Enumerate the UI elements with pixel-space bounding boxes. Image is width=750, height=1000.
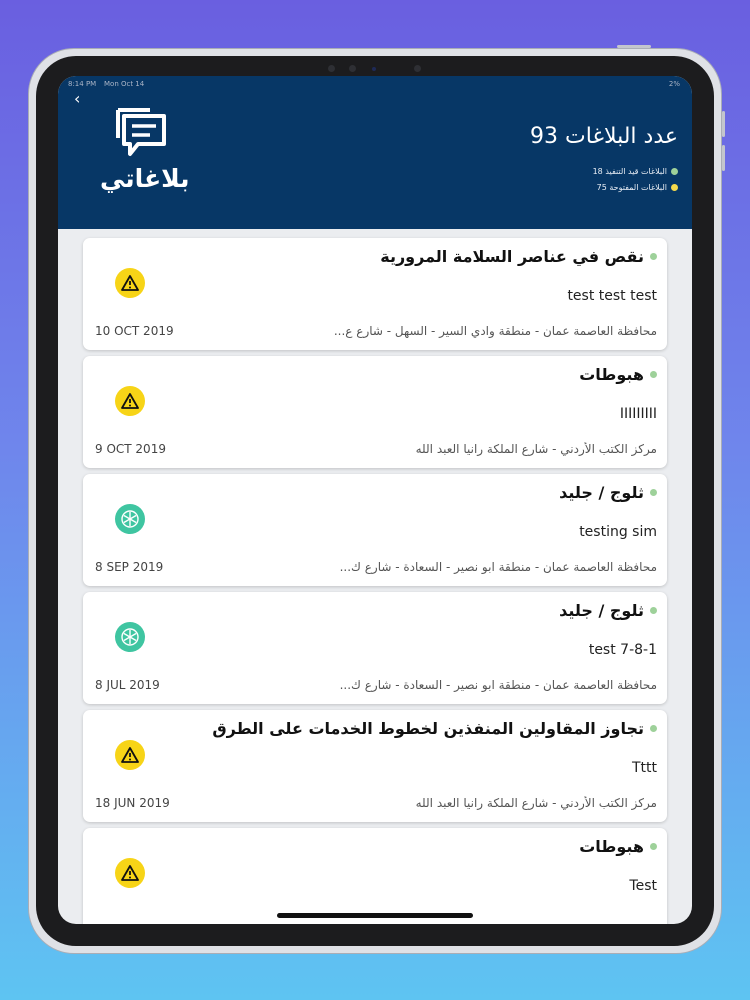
stat-label: البلاغات قيد التنفيذ 18: [592, 167, 667, 176]
stat-open: البلاغات المفتوحة 75: [597, 183, 678, 192]
status-bar: 8:14 PM Mon Oct 14 2%: [58, 76, 692, 92]
status-dot: [650, 725, 657, 732]
report-description: IIIIIIIII: [619, 406, 657, 422]
warning-icon: [115, 268, 145, 298]
app-logo: بلاغاتي: [100, 102, 190, 193]
status-date: Mon Oct 14: [104, 80, 145, 88]
report-location: محافظة العاصمة عمان - منطقة ابو نصير - ا…: [339, 560, 657, 574]
power-button: [617, 45, 651, 48]
warning-icon: [115, 740, 145, 770]
stat-label: البلاغات المفتوحة 75: [596, 183, 667, 192]
reports-count-title: عدد البلاغات 93: [530, 124, 678, 149]
back-button[interactable]: ‹: [74, 90, 90, 108]
report-date: 8 JUL 2019: [95, 678, 160, 692]
report-title-text: تجاوز المقاولين المنفذين لخطوط الخدمات ع…: [212, 719, 644, 738]
report-title-text: ثلوج / جليد: [559, 483, 644, 502]
report-location: مركز الكتب الأردني - شارع الملكة رانيا ا…: [415, 442, 657, 456]
report-location: محافظة العاصمة عمان - منطقة وادي السير -…: [333, 324, 657, 338]
status-dot: [650, 489, 657, 496]
sensor-dot: [328, 65, 335, 72]
app-header: 8:14 PM Mon Oct 14 2% ‹ بلاغاتي عدد البل…: [58, 76, 692, 229]
volume-up-button: [722, 111, 725, 137]
report-card[interactable]: ثلوج / جليد test 7-8-1 محافظة العاصمة عم…: [83, 592, 667, 704]
report-card[interactable]: هبوطات Test: [83, 828, 667, 924]
report-title: ثلوج / جليد: [559, 483, 657, 502]
snowflake-icon: [115, 622, 145, 652]
stat-in-progress: البلاغات قيد التنفيذ 18: [593, 167, 678, 176]
report-description: test test test: [567, 288, 657, 304]
report-description: Tttt: [631, 760, 657, 776]
report-date: 8 SEP 2019: [95, 560, 164, 574]
report-card[interactable]: هبوطات IIIIIIIII مركز الكتب الأردني - شا…: [83, 356, 667, 468]
logo-text: بلاغاتي: [100, 164, 190, 193]
volume-down-button: [722, 145, 725, 171]
report-title: نقص في عناصر السلامة المرورية: [380, 247, 657, 266]
camera-lens: [372, 67, 376, 71]
report-title-text: هبوطات: [579, 837, 644, 856]
status-battery: 2%: [668, 80, 680, 88]
report-description: Test: [629, 878, 657, 894]
report-card[interactable]: تجاوز المقاولين المنفذين لخطوط الخدمات ع…: [83, 710, 667, 822]
report-description: test 7-8-1: [588, 642, 657, 658]
status-dot: [650, 843, 657, 850]
home-indicator[interactable]: [277, 913, 473, 918]
status-time: 8:14 PM: [68, 80, 97, 88]
report-description: testing sim: [579, 524, 657, 540]
report-card[interactable]: نقص في عناصر السلامة المرورية test test …: [83, 238, 667, 350]
app-screen: 8:14 PM Mon Oct 14 2% ‹ بلاغاتي عدد البل…: [58, 76, 692, 924]
sensor-dot: [414, 65, 421, 72]
report-date: 10 OCT 2019: [95, 324, 174, 338]
sensor-dot: [349, 65, 356, 72]
report-title: ثلوج / جليد: [559, 601, 657, 620]
warning-icon: [115, 386, 145, 416]
warning-icon: [115, 858, 145, 888]
chevron-left-icon: ‹: [74, 89, 81, 108]
report-title: هبوطات: [579, 365, 657, 384]
status-dot: [650, 371, 657, 378]
snowflake-icon: [115, 504, 145, 534]
status-dot: [671, 184, 678, 191]
report-title-text: هبوطات: [579, 365, 644, 384]
status-dot: [650, 607, 657, 614]
report-title-text: نقص في عناصر السلامة المرورية: [380, 247, 644, 266]
status-dot: [671, 168, 678, 175]
report-title: هبوطات: [579, 837, 657, 856]
report-title-text: ثلوج / جليد: [559, 601, 644, 620]
report-date: 18 JUN 2019: [95, 796, 170, 810]
report-title: تجاوز المقاولين المنفذين لخطوط الخدمات ع…: [212, 719, 657, 738]
report-location: محافظة العاصمة عمان - منطقة ابو نصير - ا…: [339, 678, 657, 692]
chat-bubbles-icon: [116, 108, 166, 156]
report-location: مركز الكتب الأردني - شارع الملكة رانيا ا…: [415, 796, 657, 810]
report-date: 9 OCT 2019: [95, 442, 166, 456]
status-dot: [650, 253, 657, 260]
report-card[interactable]: ثلوج / جليد testing sim محافظة العاصمة ع…: [83, 474, 667, 586]
